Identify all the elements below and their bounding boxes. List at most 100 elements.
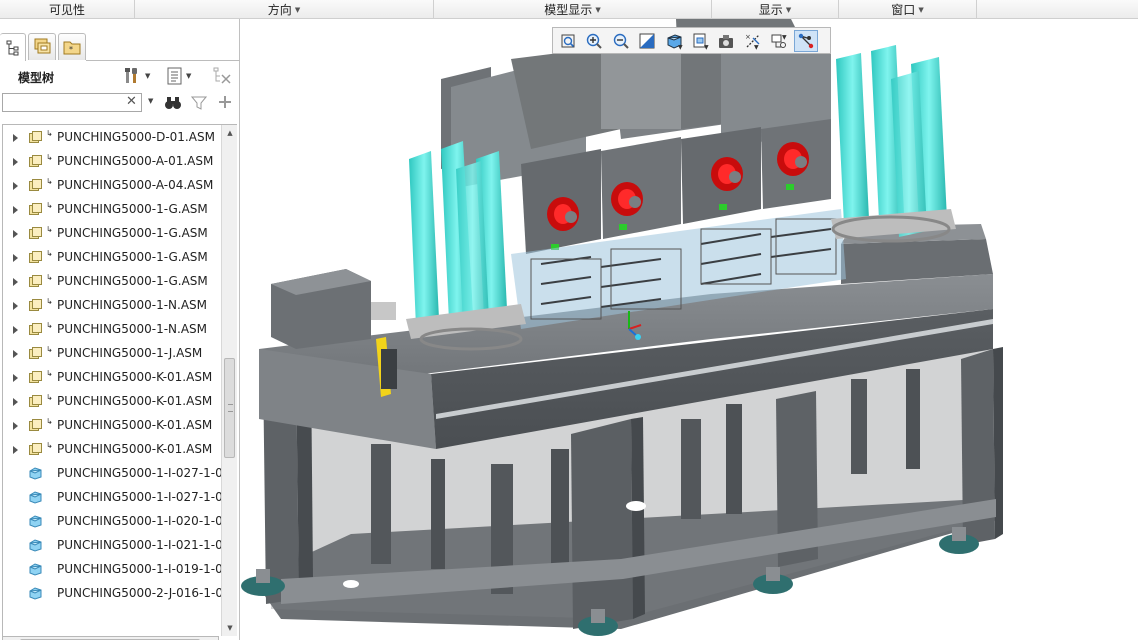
- filter-button[interactable]: [190, 95, 208, 114]
- refit-icon: [561, 34, 575, 47]
- zoom-in-button[interactable]: [582, 30, 606, 52]
- expand-arrow-icon[interactable]: [13, 350, 18, 358]
- tree-item-label: PUNCHING5000-1-J.ASM: [57, 346, 203, 360]
- tree-item-part[interactable]: PUNCHING5000-1-I-027-1-0: [3, 462, 221, 486]
- ribbon-group-model-display[interactable]: 模型显示 ▼: [434, 0, 712, 19]
- scroll-down-arrow-icon[interactable]: ▼: [222, 620, 238, 636]
- zoom-out-button[interactable]: [609, 30, 633, 52]
- tree-item-label: PUNCHING5000-K-01.ASM: [57, 442, 213, 456]
- tree-item-part[interactable]: PUNCHING5000-1-I-019-1-0: [3, 558, 221, 582]
- tree-search-input[interactable]: [2, 93, 142, 112]
- svg-text:*: *: [69, 45, 73, 54]
- find-button[interactable]: [164, 95, 182, 114]
- punching-machine-model[interactable]: [241, 19, 1138, 640]
- tree-item-assembly[interactable]: ↳ PUNCHING5000-1-G.ASM: [3, 222, 221, 246]
- tree-item-part[interactable]: PUNCHING5000-1-I-021-1-0: [3, 534, 221, 558]
- tree-item-assembly[interactable]: ↳ PUNCHING5000-1-N.ASM: [3, 318, 221, 342]
- link-icon: ↳: [46, 129, 53, 138]
- filter-tree-button[interactable]: [212, 67, 232, 85]
- tab-favorites[interactable]: *: [58, 33, 86, 60]
- assembly-icon: [29, 179, 42, 191]
- ribbon-group-show[interactable]: 显示 ▼: [712, 0, 839, 19]
- ribbon-group-orientation[interactable]: 方向 ▼: [135, 0, 434, 19]
- datum-display-button[interactable]: × ▼: [741, 30, 765, 52]
- expand-arrow-icon[interactable]: [13, 254, 18, 262]
- tree-item-label: PUNCHING5000-1-I-027-1-0: [57, 490, 221, 504]
- expand-arrow-icon[interactable]: [13, 446, 18, 454]
- tree-item-part[interactable]: PUNCHING5000-1-I-020-1-0: [3, 510, 221, 534]
- tree-filter-icon: [213, 67, 231, 84]
- ribbon-group-visibility[interactable]: 可见性: [0, 0, 135, 19]
- expand-arrow-icon[interactable]: [13, 398, 18, 406]
- tree-item-assembly[interactable]: ↳ PUNCHING5000-K-01.ASM: [3, 414, 221, 438]
- saved-orientations-button[interactable]: ▼: [688, 30, 712, 52]
- tree-vertical-scrollbar[interactable]: ▲ ▼: [221, 125, 237, 636]
- expand-arrow-icon[interactable]: [13, 302, 18, 310]
- chevron-down-icon: ▼: [785, 5, 792, 14]
- tree-item-label: PUNCHING5000-1-G.ASM: [57, 202, 208, 216]
- show-dropdown[interactable]: ▼: [167, 67, 191, 85]
- tree-item-assembly[interactable]: ↳ PUNCHING5000-D-01.ASM: [3, 126, 221, 150]
- tree-item-label: PUNCHING5000-1-I-020-1-0: [57, 514, 221, 528]
- tree-item-part[interactable]: PUNCHING5000-2-J-016-1-0: [3, 606, 221, 611]
- tab-model-tree[interactable]: [0, 33, 26, 61]
- link-icon: ↳: [46, 417, 53, 426]
- chevron-down-icon[interactable]: ▼: [148, 97, 153, 105]
- tree-item-part[interactable]: PUNCHING5000-1-I-027-1-0: [3, 486, 221, 510]
- settings-dropdown[interactable]: ▼: [124, 67, 150, 85]
- model-tree-tab-icon: [6, 40, 18, 55]
- assembly-icon: [29, 395, 42, 407]
- repaint-button[interactable]: [635, 30, 659, 52]
- scroll-thumb[interactable]: [224, 358, 235, 458]
- graphics-window[interactable]: ▼ ▼ × ▼ ▼: [241, 19, 1138, 640]
- expand-arrow-icon[interactable]: [13, 206, 18, 214]
- expand-arrow-icon[interactable]: [13, 278, 18, 286]
- expand-arrow-icon[interactable]: [13, 374, 18, 382]
- tree-item-assembly[interactable]: ↳ PUNCHING5000-A-04.ASM: [3, 174, 221, 198]
- tree-item-label: PUNCHING5000-D-01.ASM: [57, 130, 215, 144]
- expand-arrow-icon[interactable]: [13, 326, 18, 334]
- tree-item-assembly[interactable]: ↳ PUNCHING5000-A-01.ASM: [3, 150, 221, 174]
- tree-horizontal-scrollbar[interactable]: ◀ ▶: [2, 636, 219, 640]
- link-icon: ↳: [46, 369, 53, 378]
- refit-button[interactable]: [556, 30, 580, 52]
- ribbon-group-label: 模型显示: [544, 3, 593, 17]
- assembly-icon: [29, 299, 42, 311]
- tree-item-assembly[interactable]: ↳ PUNCHING5000-K-01.ASM: [3, 390, 221, 414]
- tree-item-label: PUNCHING5000-1-G.ASM: [57, 226, 208, 240]
- plus-icon: [219, 96, 231, 108]
- expand-arrow-icon[interactable]: [13, 230, 18, 238]
- expand-arrow-icon[interactable]: [13, 134, 18, 142]
- tab-folder-browser[interactable]: [28, 33, 56, 60]
- tree-item-label: PUNCHING5000-1-N.ASM: [57, 322, 208, 336]
- spin-center-button[interactable]: [793, 29, 818, 52]
- add-button[interactable]: [218, 95, 232, 112]
- scroll-up-arrow-icon[interactable]: ▲: [222, 125, 238, 141]
- expand-arrow-icon[interactable]: [13, 422, 18, 430]
- part-icon: [29, 491, 42, 504]
- annotation-display-button[interactable]: ▼: [767, 30, 791, 52]
- tree-item-part[interactable]: PUNCHING5000-2-J-016-1-0: [3, 582, 221, 606]
- tree-item-assembly[interactable]: ↳ PUNCHING5000-K-01.ASM: [3, 438, 221, 462]
- model-tree-list: ↳ PUNCHING5000-D-01.ASM ↳ PUNCHING5000-A-01…: [3, 126, 221, 611]
- view-manager-button[interactable]: [714, 30, 738, 52]
- tree-item-assembly[interactable]: ↳ PUNCHING5000-1-G.ASM: [3, 270, 221, 294]
- tree-item-assembly[interactable]: ↳ PUNCHING5000-1-G.ASM: [3, 246, 221, 270]
- favorites-tab-icon: *: [63, 41, 81, 55]
- tree-item-assembly[interactable]: ↳ PUNCHING5000-1-G.ASM: [3, 198, 221, 222]
- display-style-button[interactable]: ▼: [662, 30, 686, 52]
- tree-item-label: PUNCHING5000-K-01.ASM: [57, 370, 213, 384]
- tree-search-row: ✕ ▼: [0, 92, 240, 114]
- clear-icon[interactable]: ✕: [126, 95, 137, 109]
- tree-item-assembly[interactable]: ↳ PUNCHING5000-K-01.ASM: [3, 366, 221, 390]
- link-icon: ↳: [46, 441, 53, 450]
- model-tree-header: 模型树 ▼ ▼: [0, 61, 240, 91]
- expand-arrow-icon[interactable]: [13, 158, 18, 166]
- expand-arrow-icon[interactable]: [13, 182, 18, 190]
- funnel-icon: [190, 96, 208, 110]
- tree-item-assembly[interactable]: ↳ PUNCHING5000-1-N.ASM: [3, 294, 221, 318]
- ribbon-group-window[interactable]: 窗口 ▼: [839, 0, 977, 19]
- tree-item-assembly[interactable]: ↳ PUNCHING5000-1-J.ASM: [3, 342, 221, 366]
- ribbon-group-label: 窗口: [891, 3, 916, 17]
- zoom-in-icon: [587, 33, 603, 49]
